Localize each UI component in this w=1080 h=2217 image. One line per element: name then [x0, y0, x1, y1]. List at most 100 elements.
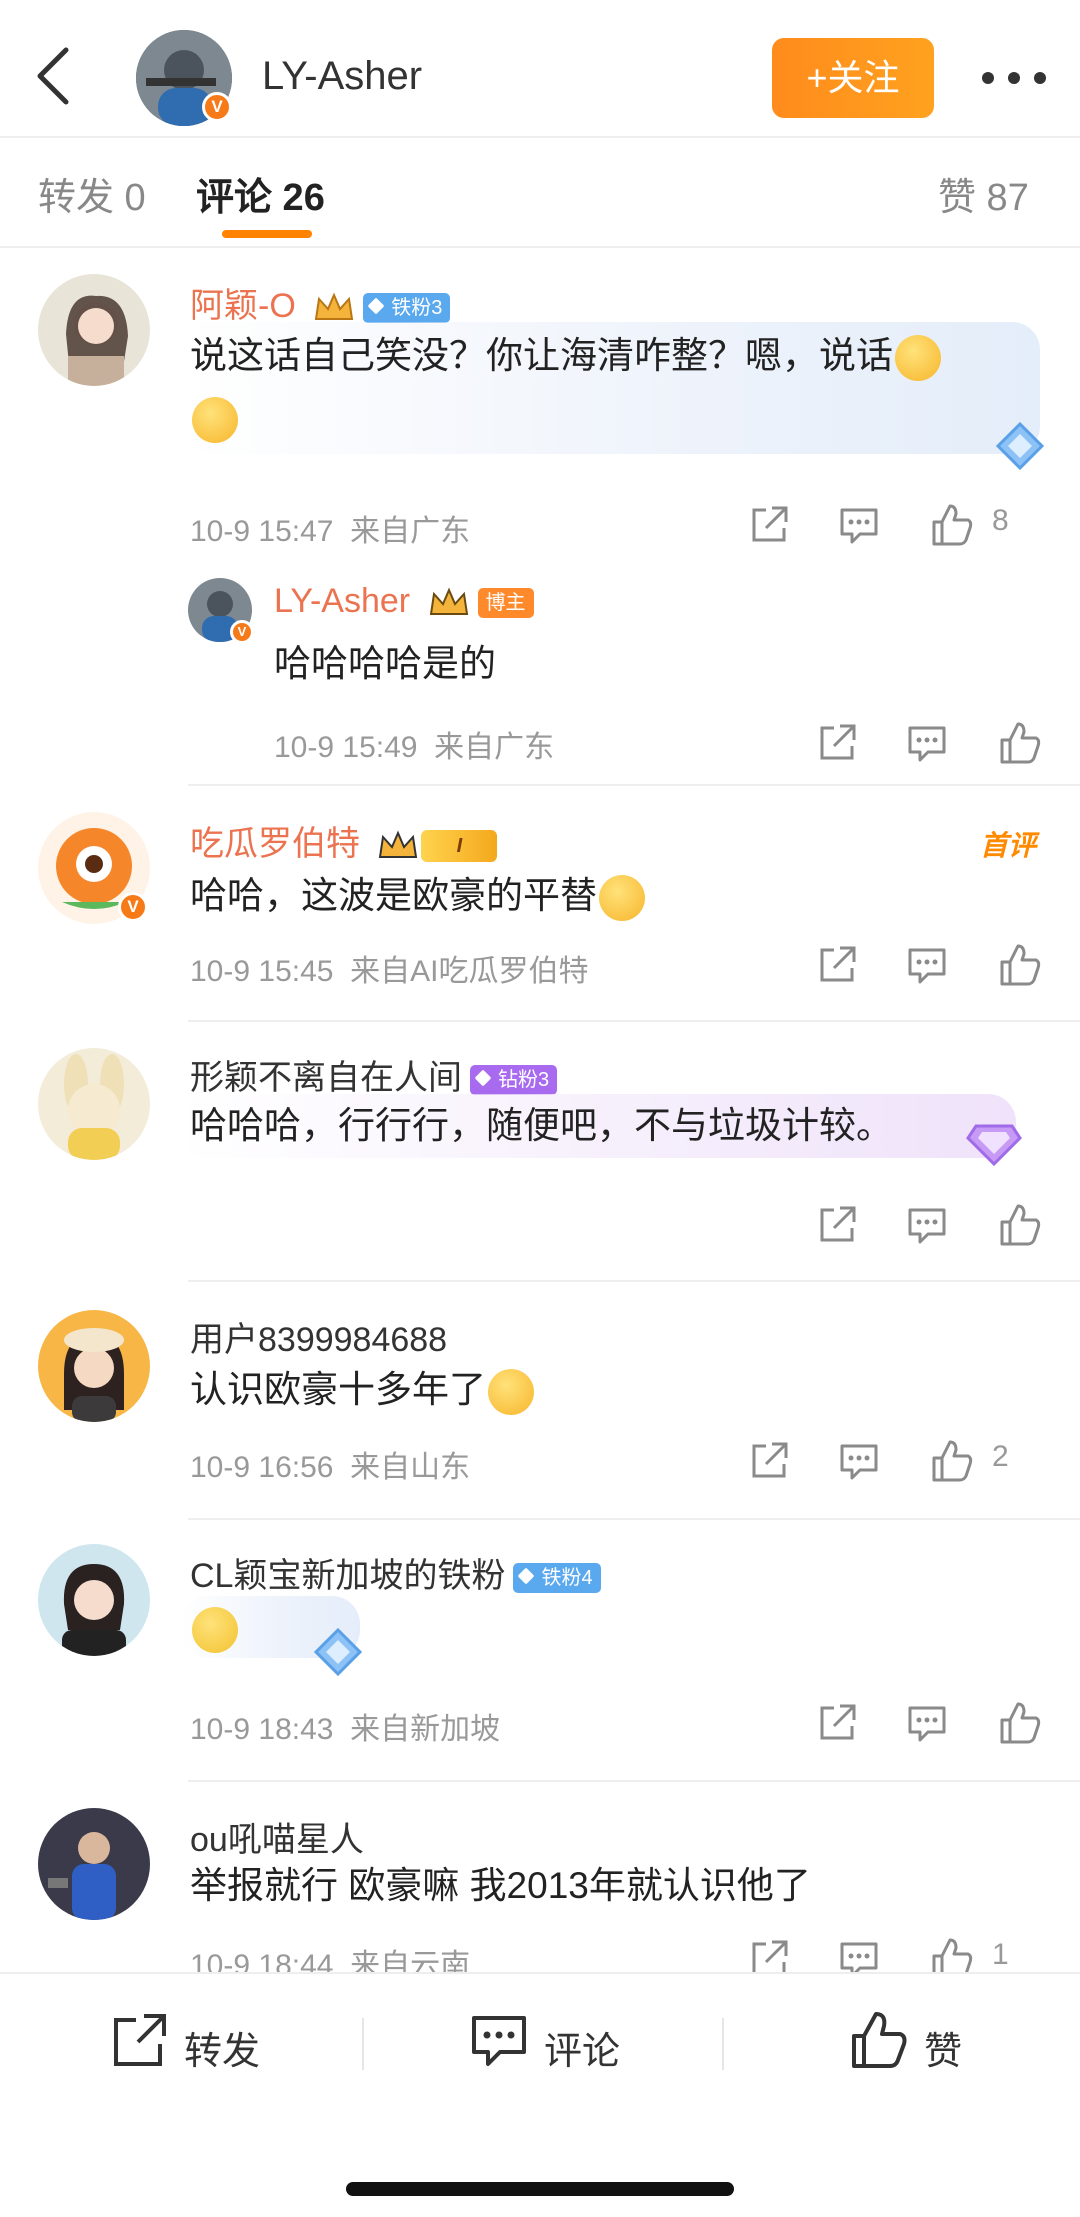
comment-username[interactable]: CL颖宝新加坡的铁粉 铁粉4 [190, 1548, 601, 1597]
comment-meta: 10-9 15:45 来自AI吃瓜罗伯特 [190, 955, 589, 988]
like-icon[interactable] [994, 1698, 1044, 1748]
comment-actions: 2 [744, 1436, 1044, 1486]
comment-label: 评论 [544, 2031, 621, 2073]
user-avatar[interactable] [38, 1808, 150, 1920]
share-icon[interactable] [744, 1934, 794, 1972]
first-comment-tag: 首评 [979, 830, 1036, 861]
verified-icon: V [230, 620, 254, 644]
author-name[interactable]: LY-Asher [262, 54, 422, 99]
share-icon[interactable] [744, 1436, 794, 1486]
fan-crown-icon [313, 291, 355, 325]
comment-text: 举报就行 欧豪嘛 我2013年就认识他了 [190, 1865, 811, 1906]
comment-text: 哈哈，这波是欧豪的平替 [190, 868, 647, 924]
comment-list[interactable]: 阿颖-O 铁粉3 说这话自己笑没？你让海清咋整？嗯，说话 10-9 15:47 … [0, 250, 1080, 1972]
top-bar: V LY-Asher +关注 [0, 0, 1080, 138]
repost-label: 转发 [184, 2031, 261, 2073]
crown-icon [377, 829, 419, 863]
user-avatar[interactable] [38, 1048, 150, 1160]
reply-text: 哈哈哈哈是的 [274, 643, 496, 684]
share-icon[interactable] [812, 718, 862, 768]
comment-text: 说这话自己笑没？你让海清咋整？嗯，说话 [190, 328, 943, 384]
tab-repost[interactable]: 转发 0 [38, 166, 146, 221]
like-icon[interactable] [926, 500, 976, 550]
back-icon[interactable] [28, 44, 84, 108]
reply-actions [812, 718, 1044, 768]
comment-username[interactable]: 阿颖-O 铁粉3 [190, 278, 451, 327]
laughing-emoji-icon [895, 335, 941, 382]
comment-icon[interactable] [902, 718, 952, 768]
comment-actions [812, 1200, 1044, 1250]
repost-icon [114, 2014, 166, 2066]
divider [362, 2018, 364, 2070]
comment-item: 形颖不离自在人间 钻粉3 哈哈哈，行行行，随便吧，不与垃圾计较。 [0, 1022, 1080, 1282]
comment-icon[interactable] [834, 1934, 884, 1972]
comment-meta: 10-9 15:47 来自广东 [190, 515, 471, 548]
comment-text: 认识欧豪十多年了 [190, 1362, 536, 1418]
verified-icon: V [118, 892, 148, 922]
eating-melon-emoji-icon [599, 875, 645, 922]
user-avatar[interactable] [38, 1544, 150, 1656]
fan-badge: 铁粉4 [513, 1563, 601, 1594]
like-label: 赞 [924, 2031, 963, 2073]
host-badge: 博主 [477, 588, 534, 619]
like-count: 2 [992, 1440, 1009, 1473]
comment-item: CL颖宝新加坡的铁粉 铁粉4 10-9 18:43 来自新加坡 [0, 1520, 1080, 1782]
comment-text-line2 [190, 390, 240, 446]
comment-icon[interactable] [834, 500, 884, 550]
fan-badge: 铁粉3 [363, 293, 451, 324]
comment-icon[interactable] [834, 1436, 884, 1486]
user-avatar[interactable] [38, 1310, 150, 1422]
share-icon[interactable] [812, 1698, 862, 1748]
repost-button[interactable]: 转发 [108, 2010, 308, 2080]
comment-meta: 10-9 18:43 来自新加坡 [190, 1713, 501, 1746]
more-icon[interactable] [982, 72, 1046, 84]
tab-bar: 转发 0 评论 26 赞 87 [0, 140, 1080, 248]
vomit-emoji-icon [192, 1607, 238, 1654]
diamond-decoration-icon [966, 1124, 1022, 1167]
laughing-emoji-icon [192, 397, 238, 444]
comment-actions: 8 [744, 500, 1044, 550]
comment-username[interactable]: 吃瓜罗伯特 I [190, 816, 498, 865]
share-icon[interactable] [812, 1200, 862, 1250]
reply-username[interactable]: LY-Asher 博主 [274, 582, 534, 621]
like-icon [852, 2012, 907, 2068]
like-count: 1 [992, 1938, 1009, 1971]
like-icon[interactable] [926, 1436, 976, 1486]
share-icon[interactable] [744, 500, 794, 550]
fan-badge: 钻粉3 [470, 1065, 558, 1096]
comment-text: 哈哈哈，行行行，随便吧，不与垃圾计较。 [190, 1105, 893, 1146]
like-button[interactable]: 赞 [848, 2010, 1008, 2080]
like-icon[interactable] [994, 1200, 1044, 1250]
comment-icon [472, 2016, 526, 2066]
like-icon[interactable] [926, 1934, 976, 1972]
shush-emoji-icon [488, 1369, 534, 1416]
comment-meta: 10-9 16:56 来自山东 [190, 1451, 471, 1484]
comment-username[interactable]: ou吼喵星人 [190, 1812, 364, 1861]
share-icon[interactable] [812, 940, 862, 990]
host-crown-icon [428, 586, 470, 620]
level-badge: I [421, 830, 498, 863]
comment-icon[interactable] [902, 1200, 952, 1250]
user-avatar[interactable] [38, 274, 150, 386]
diamond-decoration-icon [995, 421, 1045, 471]
home-indicator[interactable] [346, 2182, 734, 2196]
like-icon[interactable] [994, 718, 1044, 768]
comment-icon[interactable] [902, 1698, 952, 1748]
tab-likes[interactable]: 赞 87 [938, 166, 1029, 221]
bottom-action-bar: 转发 评论 赞 [0, 1972, 1080, 2217]
divider [722, 2018, 724, 2070]
comment-item: 阿颖-O 铁粉3 说这话自己笑没？你让海清咋整？嗯，说话 10-9 15:47 … [0, 250, 1080, 790]
comment-meta: 10-9 18:44 来自云南 [190, 1949, 471, 1972]
follow-button[interactable]: +关注 [772, 38, 934, 118]
comment-button[interactable]: 评论 [468, 2010, 668, 2080]
comment-icon[interactable] [902, 940, 952, 990]
comment-actions [812, 940, 1044, 990]
comment-item: V 吃瓜罗伯特 I 首评 哈哈，这波是欧豪的平替 10-9 15:45 来自AI… [0, 786, 1080, 1022]
comment-username[interactable]: 用户8399984688 [190, 1312, 447, 1361]
tab-comments[interactable]: 评论 26 [196, 166, 325, 221]
comment-username[interactable]: 形颖不离自在人间 钻粉3 [190, 1050, 558, 1099]
diamond-decoration-icon [313, 1627, 363, 1677]
comment-item: ou吼喵星人 举报就行 欧豪嘛 我2013年就认识他了 10-9 18:44 来… [0, 1782, 1080, 1972]
active-tab-indicator [222, 230, 312, 238]
like-icon[interactable] [994, 940, 1044, 990]
